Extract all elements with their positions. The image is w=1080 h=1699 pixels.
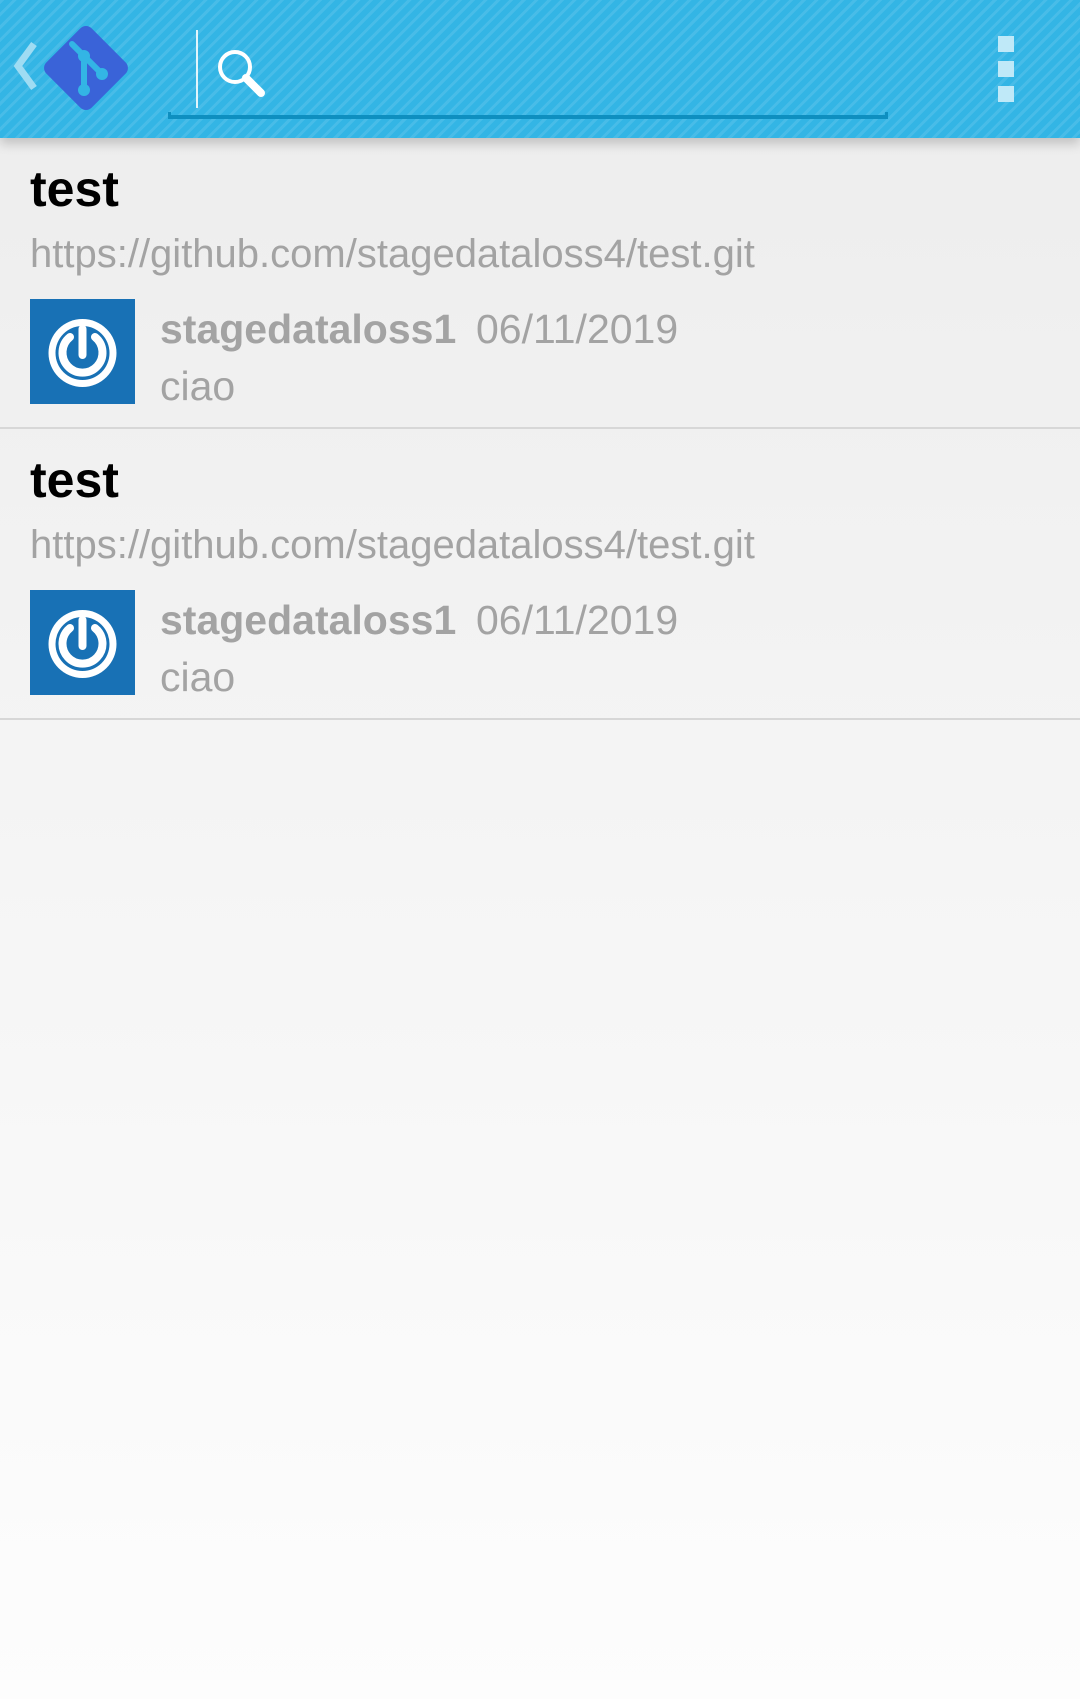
repository-list-item[interactable]: test https://github.com/stagedataloss4/t… — [0, 429, 1080, 720]
search-icon — [218, 50, 265, 97]
commit-date: 06/11/2019 — [476, 597, 679, 643]
committer-avatar — [30, 590, 135, 695]
power-icon — [30, 590, 135, 695]
repository-url: https://github.com/stagedataloss4/test.g… — [30, 232, 755, 276]
commit-message: ciao — [160, 363, 236, 409]
overflow-dot — [998, 61, 1014, 77]
commit-message: ciao — [160, 654, 236, 700]
commit-author: stagedataloss1 — [160, 597, 457, 643]
power-icon — [30, 299, 135, 404]
search-divider — [196, 30, 198, 108]
overflow-dot — [998, 36, 1014, 52]
search-input[interactable] — [280, 40, 880, 106]
search-underline — [168, 112, 888, 119]
git-logo-icon — [44, 26, 128, 110]
repository-list: test https://github.com/stagedataloss4/t… — [0, 138, 1080, 720]
home-up-button[interactable] — [0, 0, 150, 138]
repository-name: test — [30, 452, 119, 508]
commit-author: stagedataloss1 — [160, 306, 457, 352]
search-view — [168, 0, 888, 138]
overflow-menu-button[interactable] — [968, 24, 1044, 114]
committer-avatar — [30, 299, 135, 404]
commit-date: 06/11/2019 — [476, 306, 679, 352]
action-bar — [0, 0, 1080, 138]
repository-name: test — [30, 161, 119, 217]
repository-list-item[interactable]: test https://github.com/stagedataloss4/t… — [0, 138, 1080, 429]
overflow-dot — [998, 86, 1014, 102]
repository-url: https://github.com/stagedataloss4/test.g… — [30, 523, 755, 567]
